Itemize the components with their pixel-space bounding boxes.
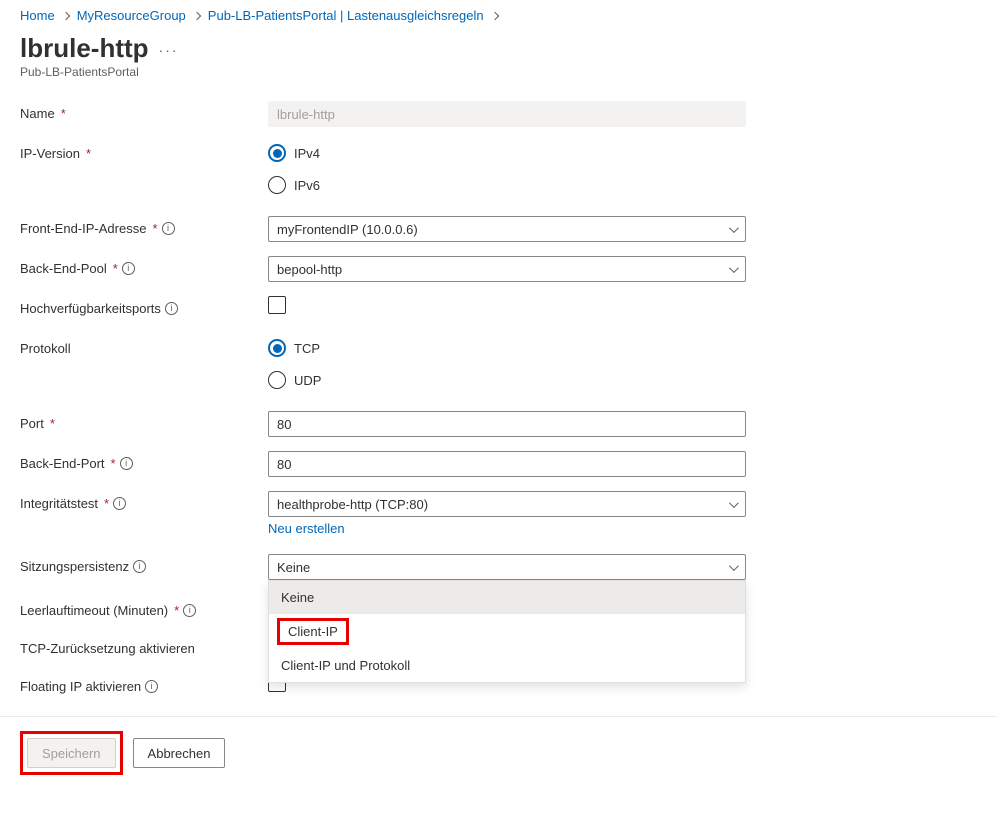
session-persistence-label: Sitzungspersistenz [20,559,129,574]
backend-pool-select[interactable]: bepool-http [268,256,746,282]
name-input [268,101,746,127]
idle-timeout-label: Leerlauftimeout (Minuten) [20,603,168,618]
backend-pool-label: Back-End-Pool [20,261,107,276]
radio-unchecked-icon [268,176,286,194]
breadcrumb-link-home[interactable]: Home [20,8,55,23]
info-icon[interactable]: i [133,560,146,573]
radio-label: IPv6 [294,178,320,193]
radio-checked-icon [268,144,286,162]
breadcrumb-link-resourcegroup[interactable]: MyResourceGroup [77,8,186,23]
info-icon[interactable]: i [120,457,133,470]
info-icon[interactable]: i [113,497,126,510]
breadcrumb-link-loadbalancer-rules[interactable]: Pub-LB-PatientsPortal | Lastenausgleichs… [208,8,484,23]
ha-ports-label: Hochverfügbarkeitsports [20,301,161,316]
floating-ip-label: Floating IP aktivieren [20,679,141,694]
chevron-down-icon [727,264,737,274]
required-indicator: * [113,261,118,276]
protocol-label: Protokoll [20,341,71,356]
dropdown-option-none[interactable]: Keine [269,581,745,614]
radio-checked-icon [268,339,286,357]
info-icon[interactable]: i [162,222,175,235]
required-indicator: * [61,106,66,121]
ip-version-label: IP-Version [20,146,80,161]
chevron-down-icon [727,562,737,572]
required-indicator: * [111,456,116,471]
chevron-right-icon [192,8,202,23]
chevron-right-icon [61,8,71,23]
health-probe-label: Integritätstest [20,496,98,511]
backend-port-label: Back-End-Port [20,456,105,471]
radio-label: UDP [294,373,321,388]
required-indicator: * [152,221,157,236]
chevron-down-icon [727,224,737,234]
select-value: myFrontendIP (10.0.0.6) [277,222,418,237]
chevron-right-icon [490,8,500,23]
cancel-button[interactable]: Abbrechen [133,738,226,768]
radio-label: TCP [294,341,320,356]
info-icon[interactable]: i [145,680,158,693]
ip-version-ipv4-radio[interactable]: IPv4 [268,144,770,162]
ip-version-ipv6-radio[interactable]: IPv6 [268,176,770,194]
save-button[interactable]: Speichern [27,738,116,768]
session-persistence-select[interactable]: Keine [268,554,746,580]
frontend-ip-select[interactable]: myFrontendIP (10.0.0.6) [268,216,746,242]
frontend-ip-label: Front-End-IP-Adresse [20,221,146,236]
chevron-down-icon [727,499,737,509]
backend-port-input[interactable] [268,451,746,477]
dropdown-option-client-ip[interactable]: Client-IP [277,618,349,645]
select-value: healthprobe-http (TCP:80) [277,497,428,512]
page-subtitle: Pub-LB-PatientsPortal [20,65,977,79]
required-indicator: * [174,603,179,618]
save-button-highlight: Speichern [20,731,123,775]
radio-unchecked-icon [268,371,286,389]
info-icon[interactable]: i [183,604,196,617]
tcp-reset-label: TCP-Zurücksetzung aktivieren [20,641,195,656]
create-new-health-probe-link[interactable]: Neu erstellen [268,521,770,536]
more-actions-button[interactable]: ··· [159,42,179,58]
health-probe-select[interactable]: healthprobe-http (TCP:80) [268,491,746,517]
protocol-udp-radio[interactable]: UDP [268,371,770,389]
required-indicator: * [50,416,55,431]
breadcrumb: Home MyResourceGroup Pub-LB-PatientsPort… [20,8,977,31]
info-icon[interactable]: i [122,262,135,275]
dropdown-option-client-ip-protocol[interactable]: Client-IP und Protokoll [269,649,745,682]
radio-label: IPv4 [294,146,320,161]
name-label: Name [20,106,55,121]
port-label: Port [20,416,44,431]
protocol-tcp-radio[interactable]: TCP [268,339,770,357]
required-indicator: * [104,496,109,511]
ha-ports-checkbox[interactable] [268,296,286,314]
page-title: lbrule-http [20,33,149,64]
port-input[interactable] [268,411,746,437]
session-persistence-dropdown: Keine Client-IP Client-IP und Protokoll [268,580,746,683]
required-indicator: * [86,146,91,161]
select-value: Keine [277,560,310,575]
select-value: bepool-http [277,262,342,277]
info-icon[interactable]: i [165,302,178,315]
